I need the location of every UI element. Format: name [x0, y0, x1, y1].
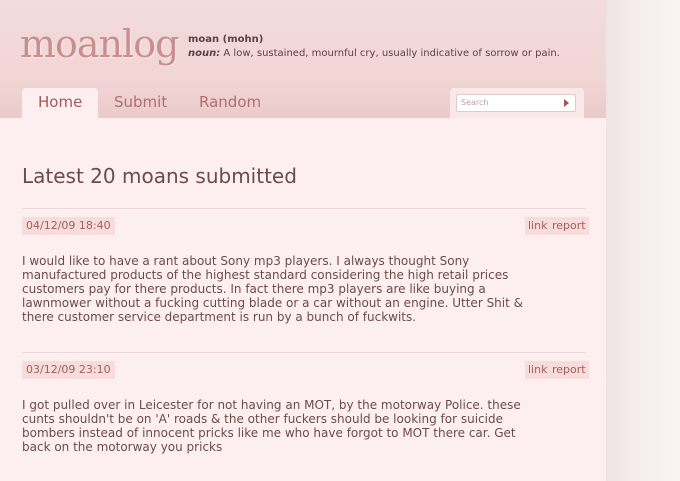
moan-date: 04/12/09 18:40 [22, 217, 115, 235]
right-background [606, 0, 680, 481]
search-placeholder: Search [461, 98, 489, 107]
definition-word: moan (mohn) [188, 34, 264, 45]
tab-random[interactable]: Random [199, 88, 261, 118]
divider [22, 208, 586, 209]
definition-pos: noun: [188, 48, 221, 59]
moan-link-button[interactable]: link [525, 361, 551, 379]
search-submit-icon[interactable] [564, 99, 569, 107]
site-logo[interactable]: moanlog [20, 22, 179, 66]
moan-date: 03/12/09 23:10 [22, 361, 115, 379]
definition-text: A low, sustained, mournful cry, usually … [220, 48, 560, 59]
search-box: Search [450, 88, 584, 118]
moan-text: I got pulled over in Leicester for not h… [22, 398, 521, 454]
definition: noun: A low, sustained, mournful cry, us… [188, 48, 560, 59]
search-input[interactable]: Search [456, 94, 576, 112]
divider [22, 352, 586, 353]
moan-report-button[interactable]: report [549, 361, 589, 379]
tab-home[interactable]: Home [22, 88, 99, 118]
tab-submit[interactable]: Submit [114, 88, 167, 118]
header: moanlog moan (mohn) noun: A low, sustain… [0, 0, 606, 118]
moan-link-button[interactable]: link [525, 217, 551, 235]
page-title: Latest 20 moans submitted [22, 164, 297, 188]
moan-report-button[interactable]: report [549, 217, 589, 235]
page: moanlog moan (mohn) noun: A low, sustain… [0, 0, 606, 481]
moan-text: I would like to have a rant about Sony m… [22, 254, 523, 324]
